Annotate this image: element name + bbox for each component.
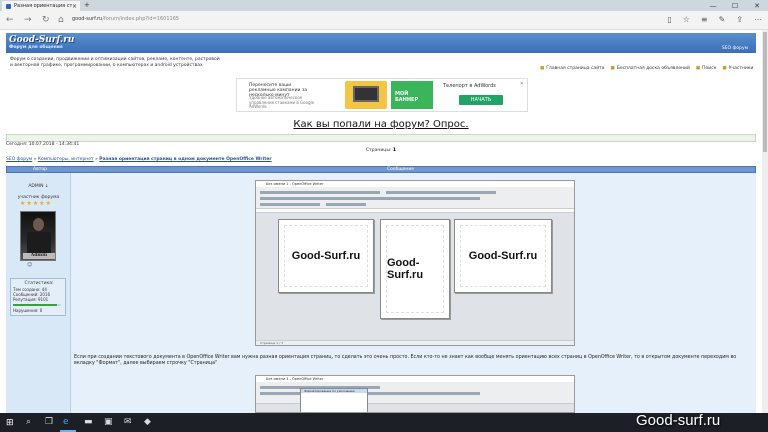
web-content: Good-Surf.ru Форум для общения SEO форум… [0,30,762,413]
pages-label: Страницы: [366,148,392,153]
post-screenshot: Без имени 1 - OpenOffice Writer Good-Sur… [255,180,575,346]
site-logo[interactable]: Good-Surf.ru [9,35,74,45]
task-view-icon[interactable]: ❐ [45,417,53,427]
minimize-button[interactable]: — [702,0,724,11]
avatar: Admin [20,211,56,261]
tab-strip: Разная ориентация стр × + — ☐ ✕ [0,0,768,11]
column-message: Сообщение [387,167,415,172]
screenshot-page-1: Good-Surf.ru [278,219,374,293]
top-link-home[interactable]: Главная страница сайта [540,66,604,71]
reputation-bar-fill [13,304,58,306]
breadcrumb-section[interactable]: Компьютеры, интернет [38,157,94,162]
start-icon[interactable]: ⊞ [6,418,14,428]
ad-laptop-image [345,81,387,109]
post-paragraph: Если при создании текстового документа в… [74,355,737,366]
search-icon[interactable]: ⌕ [26,417,31,427]
top-link-members[interactable]: Участники [722,66,754,71]
screenshot-page-2: Good-Surf.ru [380,219,450,319]
breadcrumb: SEO форум » Компьютеры, интернет » Разна… [6,157,272,162]
favorite-star-icon[interactable]: ☆ [683,15,690,24]
edge-icon[interactable]: e [63,417,69,427]
today-date: Сегодня: 10.07.2018 - 14:34:41 [6,142,80,147]
stats-title: Статистика: [24,281,54,286]
stat-reputation: Репутация: 9101 [13,297,49,302]
site-logo-subtitle: Форум для общения [9,45,63,50]
ad-banner[interactable]: Переносите ваши рекламные кампании за не… [236,78,528,112]
format-menu-item: Форматирование по умолчанию [301,389,367,393]
site-header: Good-Surf.ru Форум для общения SEO форум [6,33,756,53]
author-name[interactable]: ADMIN ↓ [6,184,71,189]
screenshot-page-3: Good-Surf.ru [454,219,552,293]
breadcrumb-topic[interactable]: Разная ориентация страниц в одном докуме… [99,157,271,162]
screenshot-status: Страница 1 / 3 [256,340,574,345]
breadcrumb-forum[interactable]: SEO форум [6,157,32,162]
tab-close-icon[interactable]: × [72,3,77,10]
notes-icon[interactable]: ✎ [719,15,726,24]
browser-toolbar-icons: ▯ ☆ ≡ ✎ ⇪ ⋯ [667,15,762,24]
reputation-bar [13,304,61,306]
user-icon[interactable]: ☺ [27,262,32,268]
window-controls: — ☐ ✕ [702,0,768,11]
info-bar [6,134,756,142]
top-link-board[interactable]: Бесплатная доска объявлений [611,66,690,71]
screenshot-toolbar [256,187,574,209]
store-icon[interactable]: ▣ [104,417,113,427]
explorer-icon[interactable]: ▬ [84,417,93,427]
address-bar[interactable]: good-surf.ru/forum/index.php?id=1601165 [72,16,179,22]
back-icon[interactable]: ← [6,15,14,25]
page-scrollbar[interactable] [762,30,768,413]
page: Разная ориентация стр × + — ☐ ✕ ← → ↻ ⌂ … [0,0,768,432]
seo-forum-link[interactable]: SEO форум [722,46,748,51]
maximize-button[interactable]: ☐ [724,0,746,11]
home-icon[interactable]: ⌂ [58,15,64,25]
close-window-button[interactable]: ✕ [746,0,768,11]
poll-link[interactable]: Как вы попали на форум? Опрос. [0,119,762,130]
refresh-icon[interactable]: ↻ [42,15,50,25]
post-screenshot-2: Без имени 1 - OpenOffice Writer Форматир… [255,375,575,413]
ad-title: Телепорт в AdWords [443,83,496,89]
avatar-label: Admin [23,253,55,259]
app-icon[interactable]: ◆ [144,417,151,427]
favorites-hub-icon[interactable]: ≡ [701,15,708,24]
post-table-header: Автор Сообщение [6,166,756,173]
author-stats: Статистика: Тем создано: 44 Сообщений: 2… [10,278,66,316]
reading-view-icon[interactable]: ▯ [667,15,671,24]
ad-badge: МОЙ БАННЕР [395,91,419,103]
column-author: Автор [33,167,47,172]
site-description: Форум о создании, продвижении и оптимиза… [10,57,220,68]
page-number[interactable]: 1 [393,148,396,153]
pagination: Страницы: 1 [0,148,762,153]
new-tab-icon[interactable]: + [84,1,90,9]
top-links: Главная страница сайта Бесплатная доска … [540,66,753,71]
rating-stars: ★★★★★ [20,200,52,207]
ad-start-button[interactable]: НАЧАТЬ [459,95,503,105]
url-domain: good-surf.ru [72,16,103,22]
browser-tab[interactable]: Разная ориентация стр × [2,1,80,11]
share-icon[interactable]: ⇪ [736,15,743,24]
favicon-icon [6,3,11,9]
format-menu: Форматирование по умолчанию [300,388,368,412]
screenshot-ruler [256,209,574,213]
ad-close-icon[interactable]: ✕ [520,81,524,87]
forward-icon[interactable]: → [24,15,32,25]
url-path: /forum/index.php?id=1601165 [102,16,180,22]
navigation-bar: ← → ↻ ⌂ good-surf.ru/forum/index.php?id=… [0,11,768,30]
ad-green-image: МОЙ БАННЕР [391,81,433,109]
scroll-thumb[interactable] [763,32,767,152]
ad-subtext: Удобное автоматическое управление ставка… [249,95,315,109]
stat-violations: Нарушения: 0 [13,308,43,313]
watermark: Good-surf.ru [636,412,721,429]
top-link-search[interactable]: Поиск [696,66,716,71]
tab-title: Разная ориентация стр [14,3,72,9]
more-icon[interactable]: ⋯ [754,15,762,24]
mail-icon[interactable]: ✉ [124,417,132,427]
